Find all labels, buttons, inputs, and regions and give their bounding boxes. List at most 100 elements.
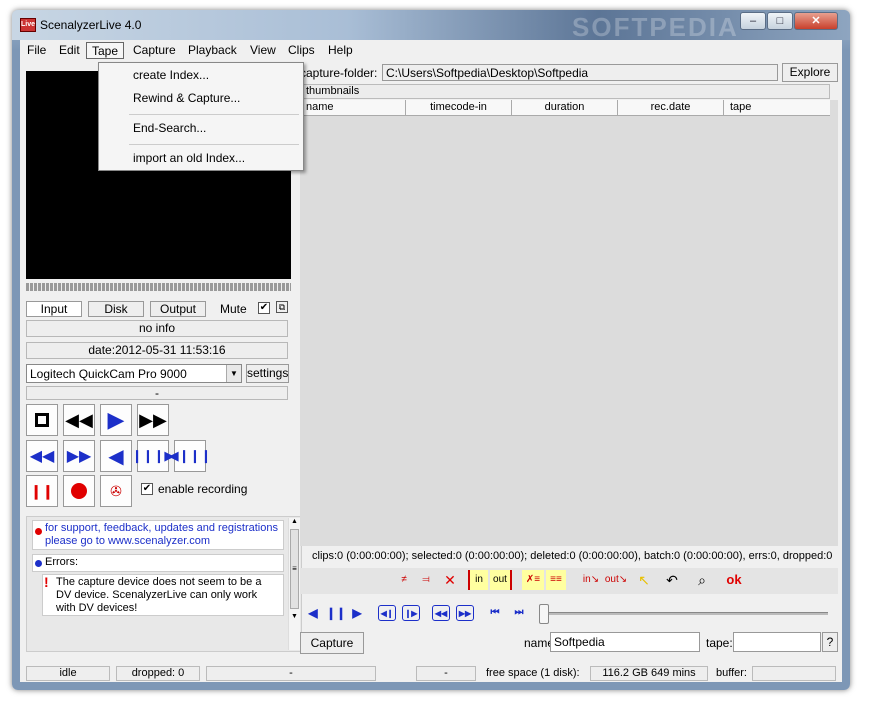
menu-item-rewind-capture[interactable]: Rewind & Capture... <box>133 91 240 105</box>
scroll-thumb[interactable]: ≡ <box>290 529 299 609</box>
ok-button[interactable]: ok <box>722 570 746 590</box>
position-slider-thumb[interactable] <box>539 604 549 624</box>
jump-icon[interactable]: ↖ <box>634 570 654 590</box>
buffer-value <box>752 666 836 681</box>
record-icon <box>71 483 87 499</box>
menu-help[interactable]: Help <box>323 42 358 59</box>
pause-record-button[interactable]: ❙❙ <box>26 475 58 507</box>
tape-help-button[interactable]: ? <box>822 632 838 652</box>
menu-file[interactable]: File <box>22 42 51 59</box>
menu-clips[interactable]: Clips <box>283 42 320 59</box>
record-button[interactable] <box>63 475 95 507</box>
audio-level-meter <box>26 283 291 291</box>
pause-icon[interactable]: ❙❙ <box>326 605 346 621</box>
clip-list[interactable]: name timecode-in duration rec.date tape <box>300 100 838 546</box>
name-input[interactable]: Softpedia <box>550 632 700 652</box>
goto-in-icon[interactable]: in↘ <box>580 570 602 590</box>
tab-disk[interactable]: Disk <box>88 301 144 317</box>
menu-edit[interactable]: Edit <box>54 42 85 59</box>
mark-in-button[interactable]: in <box>468 570 488 590</box>
slow-forward-icon[interactable]: ▶▶ <box>456 605 474 621</box>
reverse-fast-button[interactable]: ◀◀ <box>26 440 58 472</box>
play-icon: ▶ <box>107 407 125 432</box>
play-forward-icon[interactable]: ▶ <box>348 605 366 621</box>
menu-separator <box>129 144 299 145</box>
message-scrollbar[interactable]: ▲ ≡ ▼ <box>288 518 300 650</box>
snapshot-button[interactable]: ✇ <box>100 475 132 507</box>
column-header-row: name timecode-in duration rec.date tape <box>300 100 830 116</box>
enable-recording-checkbox[interactable]: ✔ <box>141 483 153 495</box>
detach-window-icon[interactable]: ⧉ <box>276 301 288 313</box>
column-header-rec-date[interactable]: rec.date <box>618 100 724 115</box>
fast-forward-icon: ▶▶ <box>139 409 167 430</box>
menu-tape[interactable]: Tape <box>86 42 125 59</box>
step-back-button[interactable]: ❙❙❙▶ <box>132 440 174 472</box>
reverse-play-button[interactable]: ◀ <box>100 440 132 472</box>
column-header-name[interactable]: name <box>300 100 406 115</box>
delete-clip-icon[interactable]: ✕ <box>440 570 460 590</box>
menu-item-create-index[interactable]: create Index... <box>133 68 209 82</box>
name-input-value: Softpedia <box>554 635 605 649</box>
settings-button[interactable]: settings <box>246 364 289 383</box>
tape-menu-dropdown: create Index... Rewind & Capture... End-… <box>98 62 304 171</box>
skip-end-icon[interactable]: ⏭ <box>510 605 528 621</box>
reverse-fast-icon: ◀◀ <box>29 448 55 465</box>
thumbnails-label: thumbnails <box>306 85 360 97</box>
menu-capture[interactable]: Capture <box>128 42 181 59</box>
batch-mark-icon[interactable]: ✗≡ <box>522 570 544 590</box>
chevron-down-icon[interactable]: ▼ <box>226 365 241 382</box>
fast-forward-button[interactable]: ▶▶ <box>137 404 169 436</box>
minimize-button[interactable]: – <box>740 12 766 30</box>
buffer-label: buffer: <box>716 667 747 679</box>
column-header-timecode-in[interactable]: timecode-in <box>406 100 512 115</box>
menu-item-end-search[interactable]: End-Search... <box>133 121 206 135</box>
undo-icon[interactable]: ↶ <box>662 570 682 590</box>
goto-out-icon[interactable]: out↘ <box>604 570 628 590</box>
tape-input[interactable] <box>733 632 821 652</box>
app-window: Live ScenalyzerLive 4.0 SOFTPEDIA – □ ✕ … <box>12 10 850 690</box>
scroll-up-icon[interactable]: ▲ <box>289 518 300 525</box>
capture-button[interactable]: Capture <box>300 632 364 654</box>
frame-back-icon[interactable]: ◀❙ <box>378 605 396 621</box>
menu-view[interactable]: View <box>245 42 281 59</box>
column-header-duration[interactable]: duration <box>512 100 618 115</box>
batch-list-icon[interactable]: ≡≡ <box>546 570 566 590</box>
app-logo-icon: Live <box>20 18 36 32</box>
skip-start-icon[interactable]: ⏮ <box>486 605 504 621</box>
mute-checkbox[interactable]: ✔ <box>258 302 270 314</box>
maximize-button[interactable]: □ <box>767 12 793 30</box>
status-idle: idle <box>26 666 110 681</box>
thumbnails-header[interactable]: thumbnails <box>300 84 830 99</box>
split-clip-icon[interactable]: ≠ <box>394 570 414 590</box>
device-select[interactable]: Logitech QuickCam Pro 9000 ▼ <box>26 364 242 383</box>
mark-out-button[interactable]: out <box>490 570 512 590</box>
menu-playback[interactable]: Playback <box>183 42 242 59</box>
step-forward-button[interactable]: ◀❙❙❙ <box>169 440 211 472</box>
play-button[interactable]: ▶ <box>100 404 132 436</box>
errors-bullet-icon <box>35 560 42 567</box>
close-button[interactable]: ✕ <box>794 12 838 30</box>
forward-fast-button[interactable]: ▶▶ <box>63 440 95 472</box>
error-line-2: DV device. ScenalyzerLive can only work <box>56 589 258 601</box>
play-reverse-icon[interactable]: ◀ <box>304 605 322 621</box>
support-line-2[interactable]: please go to www.scenalyzer.com <box>45 535 210 547</box>
stop-button[interactable] <box>26 404 58 436</box>
slow-rewind-icon[interactable]: ◀◀ <box>432 605 450 621</box>
column-header-tape[interactable]: tape <box>724 100 830 115</box>
frame-forward-icon[interactable]: ❙▶ <box>402 605 420 621</box>
position-slider-track[interactable] <box>544 612 828 615</box>
date-field: date:2012-05-31 11:53:16 <box>26 342 288 359</box>
explore-button[interactable]: Explore <box>782 63 838 82</box>
window-title: ScenalyzerLive 4.0 <box>40 18 142 32</box>
device-select-value: Logitech QuickCam Pro 9000 <box>30 367 187 381</box>
scroll-down-icon[interactable]: ▼ <box>289 613 300 620</box>
capture-folder-field[interactable]: C:\Users\Softpedia\Desktop\Softpedia <box>382 64 778 81</box>
error-line-3: with DV devices! <box>56 602 138 614</box>
free-space-label: free space (1 disk): <box>486 667 580 679</box>
tab-input[interactable]: Input <box>26 301 82 317</box>
rewind-button[interactable]: ◀◀ <box>63 404 95 436</box>
search-icon[interactable]: ⌕ <box>692 570 712 590</box>
merge-clip-icon[interactable]: ⫤ <box>416 570 436 590</box>
menu-item-import-index[interactable]: import an old Index... <box>133 151 245 165</box>
tab-output[interactable]: Output <box>150 301 206 317</box>
